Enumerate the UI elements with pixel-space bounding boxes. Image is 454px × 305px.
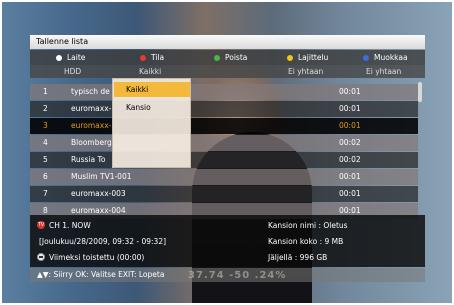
row-number: 2 [43, 104, 48, 113]
row-title: Muslim TV1-001 [71, 172, 132, 181]
dropdown-option-folder[interactable]: Kansio [114, 100, 190, 115]
list-item[interactable]: 5 Russia To 00:02 [30, 152, 418, 168]
last-played: Viimeksi toistettu (00:00) [49, 253, 145, 262]
row-title: euromaxx- [71, 104, 112, 113]
device-button-label: Laite [67, 53, 86, 62]
free-space: Jäljellä : 996 GB [268, 253, 328, 262]
row-title: typisch de [71, 87, 110, 96]
info-panel: TV CH 1. NOW [Joulukuu/28/2009, 09:32 - … [30, 215, 425, 267]
status-button[interactable]: Tila [140, 53, 164, 62]
row-number: 1 [43, 87, 48, 96]
row-title: Bloomberg [71, 138, 112, 147]
row-duration: 00:01 [339, 121, 361, 130]
recording-date: [Joulukuu/28/2009, 09:32 - 09:32] [39, 237, 167, 246]
green-dot-icon [214, 54, 220, 61]
yellow-dot-icon [287, 54, 293, 61]
device-value: HDD [64, 67, 82, 76]
row-duration: 00:02 [339, 138, 361, 147]
channel-info: CH 1. NOW [49, 221, 91, 230]
sort-button-label: Lajittelu [298, 53, 329, 62]
color-button-row: Laite Tila Poista Lajittelu Muokkaa [30, 50, 425, 65]
sort-value: Ei yhtaan [288, 67, 324, 76]
list-item[interactable]: 7 euromaxx-003 00:01 [30, 186, 418, 202]
list-item[interactable]: 1 typisch de 00:01 [30, 84, 418, 100]
delete-button-label: Poista [225, 53, 248, 62]
filter-header-row: HDD Kaikki Ei yhtaan Ei yhtaan [30, 65, 425, 78]
record-icon: TV [37, 221, 45, 229]
list-item-selected[interactable]: 3 euromaxx- 00:01 [30, 118, 418, 134]
playback-icon [37, 253, 45, 261]
row-title: euromaxx- [71, 121, 112, 130]
row-duration: 00:01 [339, 104, 361, 113]
red-dot-icon [140, 54, 146, 61]
status-value: Kaikki [139, 67, 162, 76]
folder-name: Kansion nimi : Oletus [268, 221, 348, 230]
device-button[interactable]: Laite [56, 53, 85, 62]
window-title: Tallenne lista [30, 35, 425, 49]
row-duration: 00:01 [339, 189, 361, 198]
row-duration: 00:01 [339, 172, 361, 181]
row-number: 6 [43, 172, 48, 181]
row-number: 5 [43, 155, 48, 164]
edit-value: Ei yhtaan [366, 67, 402, 76]
blue-dot-icon [363, 54, 369, 61]
sort-button[interactable]: Lajittelu [287, 53, 328, 62]
status-button-label: Tila [151, 53, 165, 62]
edit-button[interactable]: Muokkaa [363, 53, 408, 62]
dropdown-option-all[interactable]: Kaikki [114, 82, 190, 97]
scrollbar[interactable] [418, 82, 422, 102]
row-number: 3 [43, 121, 48, 130]
row-number: 7 [43, 189, 48, 198]
background-ticker: 37.74 -50 .24% [188, 270, 287, 281]
list-item[interactable]: 6 Muslim TV1-001 00:01 [30, 169, 418, 185]
row-duration: 00:02 [339, 155, 361, 164]
folder-size: Kansion koko : 9 MB [268, 237, 344, 246]
list-item[interactable]: 2 euromaxx- 00:01 [30, 101, 418, 117]
row-title: Russia To [71, 155, 106, 164]
status-dropdown[interactable]: Kaikki Kansio [112, 78, 191, 168]
white-dot-icon [56, 54, 62, 61]
row-duration: 00:01 [339, 87, 361, 96]
list-item[interactable]: 4 Bloomberg 00:02 [30, 135, 418, 151]
delete-button[interactable]: Poista [214, 53, 247, 62]
row-number: 4 [43, 138, 48, 147]
row-title: euromaxx-003 [71, 189, 126, 198]
edit-button-label: Muokkaa [374, 53, 408, 62]
